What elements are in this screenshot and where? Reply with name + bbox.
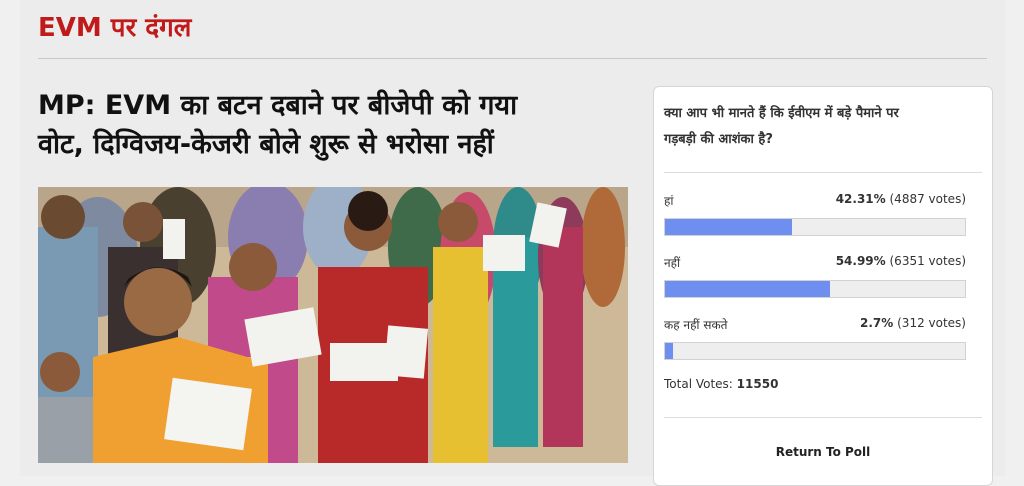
poll-option-fill	[665, 281, 830, 297]
poll-option-stat: 54.99% (6351 votes)	[836, 254, 966, 268]
poll-option-label: नहीं	[664, 256, 681, 270]
poll-option: हां 42.31% (4887 votes)	[664, 192, 966, 242]
poll-option: नहीं 54.99% (6351 votes)	[664, 254, 966, 304]
article-headline[interactable]: MP: EVM का बटन दबाने पर बीजेपी को गया वो…	[38, 86, 628, 164]
headline-line-2[interactable]: वोट, दिग्विजय-केजरी बोले शुरू से भरोसा न…	[38, 125, 628, 164]
poll-option-fill	[665, 219, 792, 235]
poll-option-bar	[664, 218, 966, 236]
poll-total: Total Votes: 11550	[664, 377, 778, 391]
poll-option-fill	[665, 343, 674, 359]
poll-option-label: हां	[664, 194, 674, 208]
poll-option-votes: (312 votes)	[897, 316, 966, 330]
headline-line-1[interactable]: MP: EVM का बटन दबाने पर बीजेपी को गया	[38, 86, 628, 125]
poll-option-bar	[664, 342, 966, 360]
poll-divider	[664, 417, 982, 418]
poll-total-label: Total Votes:	[664, 377, 733, 391]
poll-option-percent: 2.7%	[860, 316, 894, 330]
poll-question-line-1: क्या आप भी मानते हैं कि ईवीएम में बड़े प…	[664, 106, 899, 121]
poll-question: क्या आप भी मानते हैं कि ईवीएम में बड़े प…	[664, 101, 964, 153]
page: EVM पर दंगल MP: EVM का बटन दबाने पर बीजे…	[20, 0, 1005, 486]
poll-option-stat: 42.31% (4887 votes)	[836, 192, 966, 206]
poll-option-votes: (6351 votes)	[889, 254, 967, 268]
poll-option-bar	[664, 280, 966, 298]
poll-total-value: 11550	[736, 377, 779, 391]
divider	[38, 58, 987, 59]
poll-divider	[664, 172, 982, 173]
poll-option-label: कह नहीं सकते	[664, 318, 728, 332]
poll-option-votes: (4887 votes)	[889, 192, 967, 206]
section-title[interactable]: EVM पर दंगल	[38, 8, 191, 44]
return-to-poll-link[interactable]: Return To Poll	[654, 445, 992, 459]
poll-widget: क्या आप भी मानते हैं कि ईवीएम में बड़े प…	[653, 86, 993, 486]
poll-question-line-2: गड़बड़ी की आशंका है?	[664, 132, 773, 147]
poll-option-percent: 54.99%	[835, 254, 886, 268]
article-photo[interactable]	[38, 187, 628, 463]
poll-option-percent: 42.31%	[835, 192, 886, 206]
voters-queue-photo	[38, 187, 628, 463]
poll-option-stat: 2.7% (312 votes)	[860, 316, 966, 330]
poll-option: कह नहीं सकते 2.7% (312 votes)	[664, 316, 966, 366]
